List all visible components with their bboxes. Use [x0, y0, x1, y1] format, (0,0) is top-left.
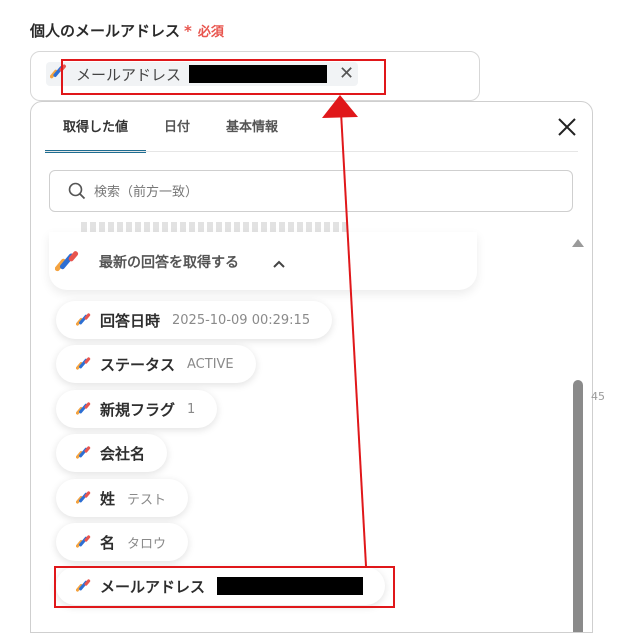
app-logo-icon: [76, 534, 92, 550]
list-item[interactable]: 名 タロウ: [56, 523, 189, 561]
item-name: 名: [100, 533, 116, 552]
tab-acquired-values[interactable]: 取得した値: [45, 102, 147, 153]
field-label: 個人のメールアドレス * 必須: [30, 20, 224, 41]
tab-bar: 取得した値 日付 基本情報: [45, 102, 296, 153]
app-logo-icon: [54, 249, 81, 279]
item-value: ACTIVE: [187, 356, 234, 372]
chevron-up-icon[interactable]: [272, 254, 286, 273]
list-item[interactable]: ステータス ACTIVE: [56, 345, 256, 383]
app-logo-icon: [76, 312, 92, 328]
scroll-up-arrow-icon[interactable]: [572, 239, 584, 247]
tab-basic-info[interactable]: 基本情報: [208, 102, 296, 150]
app-logo-icon: [76, 490, 92, 506]
value-picker-panel: 取得した値 日付 基本情報 最新の回答を取得する: [30, 101, 593, 633]
app-logo-icon: [76, 445, 92, 461]
item-name: 姓: [100, 489, 116, 508]
item-name: 会社名: [100, 444, 146, 463]
item-name: ステータス: [100, 355, 176, 374]
app-logo-icon: [76, 401, 92, 417]
required-star: *: [184, 22, 192, 40]
item-value: 2025-10-09 00:29:15: [172, 312, 311, 328]
item-value: タロウ: [127, 536, 167, 552]
required-text: 必須: [197, 25, 224, 40]
close-icon[interactable]: [556, 116, 578, 138]
item-value: テスト: [127, 492, 167, 508]
list-item[interactable]: 姓 テスト: [56, 479, 189, 517]
list-item[interactable]: 会社名: [56, 434, 168, 472]
item-value: 1: [187, 401, 196, 417]
group-title: 最新の回答を取得する: [99, 255, 239, 271]
tab-date[interactable]: 日付: [146, 102, 208, 150]
group-header[interactable]: 最新の回答を取得する: [49, 232, 477, 290]
app-logo-icon: [76, 356, 92, 372]
search-box[interactable]: [49, 170, 573, 212]
scrollbar-thumb[interactable]: [573, 380, 583, 632]
list-item[interactable]: 回答日時 2025-10-09 00:29:15: [56, 301, 333, 339]
annotation-box-top: [61, 59, 386, 95]
search-icon: [68, 182, 86, 204]
search-input[interactable]: [92, 179, 556, 205]
list-item[interactable]: 新規フラグ 1: [56, 390, 218, 428]
side-number: 45: [591, 390, 605, 403]
item-name: 新規フラグ: [100, 400, 176, 419]
field-label-text: 個人のメールアドレス: [30, 22, 181, 40]
clipped-previous-row: [81, 222, 351, 232]
tabs-divider: [45, 151, 578, 152]
item-name: 回答日時: [100, 311, 161, 330]
annotation-box-bottom: [54, 566, 395, 608]
